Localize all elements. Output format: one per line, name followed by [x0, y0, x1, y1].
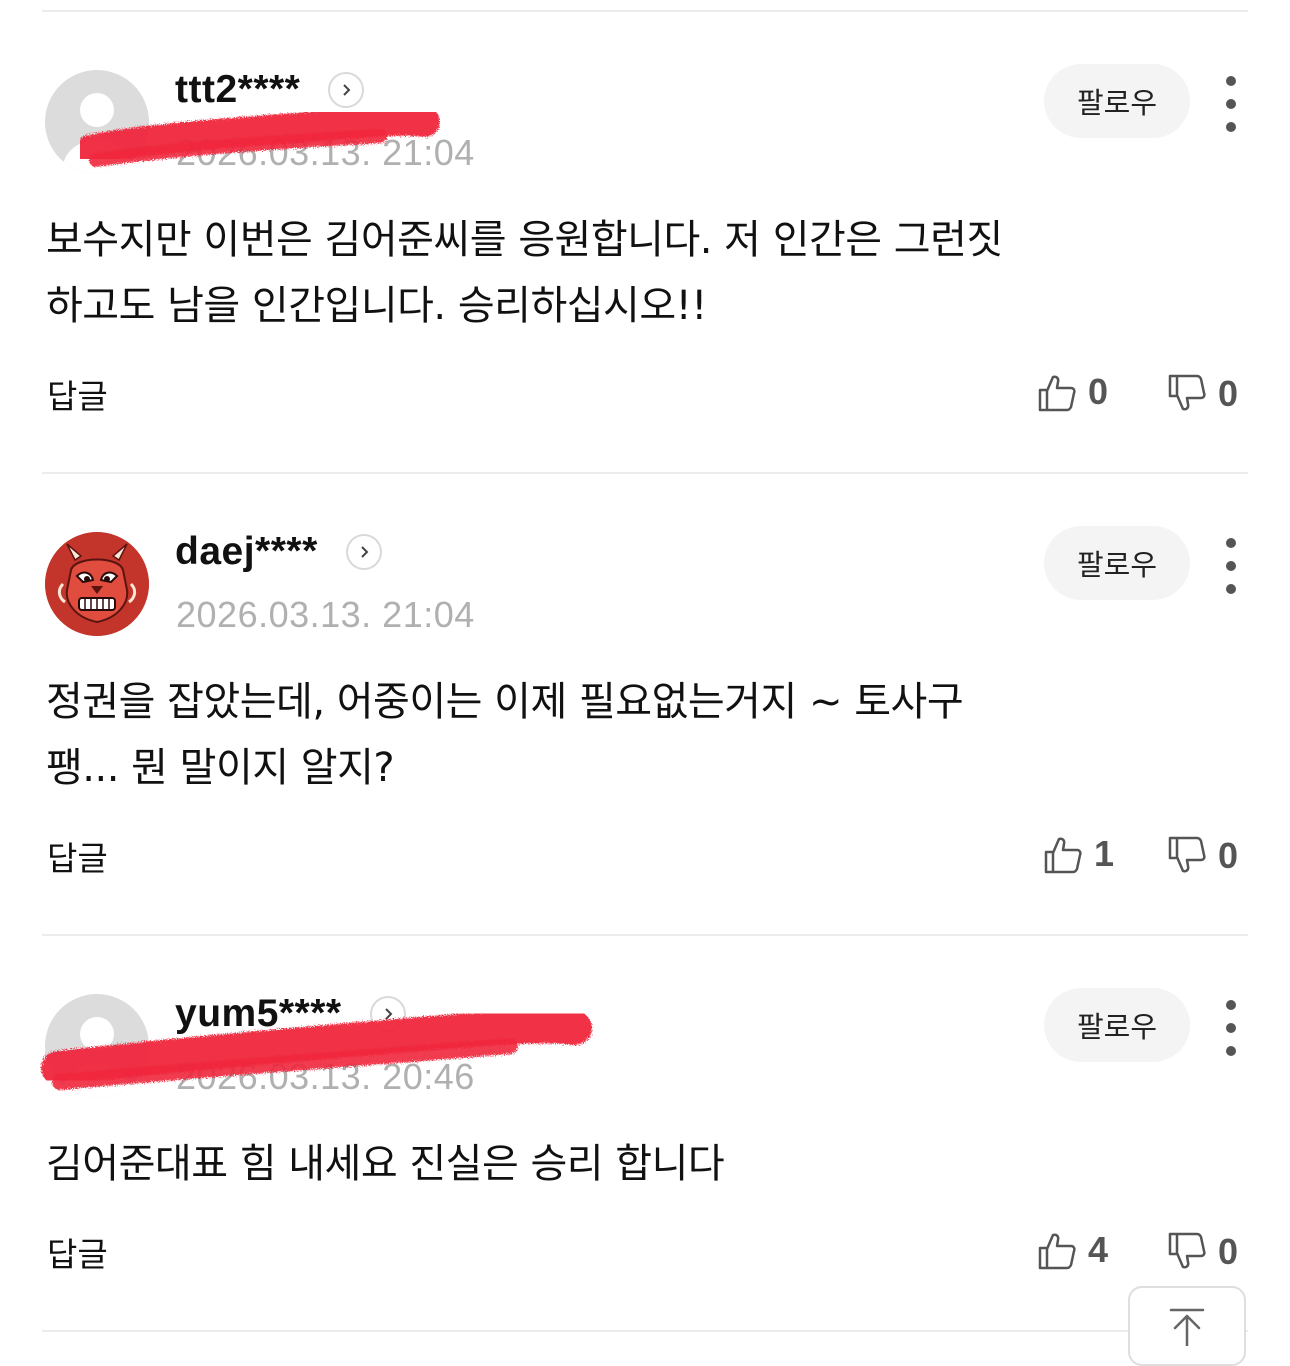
author-row: ttt2**** — [175, 68, 365, 112]
thumbs-up-icon — [1038, 1233, 1076, 1270]
username[interactable]: yum5**** — [175, 992, 342, 1036]
thumbs-down-icon — [1168, 836, 1206, 873]
like-count: 0 — [1088, 371, 1109, 412]
thumbs-up-icon — [1038, 375, 1076, 412]
avatar[interactable] — [45, 532, 149, 636]
author-row: daej**** — [175, 530, 382, 574]
dislike-count: 0 — [1218, 835, 1239, 876]
follow-button[interactable]: 팔로우 — [1044, 64, 1190, 138]
chevron-right-icon[interactable] — [328, 72, 365, 108]
follow-button[interactable]: 팔로우 — [1044, 988, 1190, 1062]
reply-button[interactable]: 답글 — [47, 370, 108, 418]
thumbs-down-icon — [1168, 1232, 1206, 1269]
dislike-count: 0 — [1218, 373, 1239, 414]
like-count: 4 — [1088, 1229, 1109, 1270]
comment-text: 정권을 잡았는데, 어중이는 이제 필요없는거지 ~ 토사구 팽... 뭔 말이… — [46, 669, 1236, 801]
reply-button[interactable]: 답글 — [47, 832, 108, 880]
comment-date: 2026.03.13. 21:04 — [176, 132, 475, 173]
comment-text: 김어준대표 힘 내세요 진실은 승리 합니다 — [46, 1131, 1236, 1197]
comment-date: 2026.03.13. 21:04 — [176, 594, 475, 635]
default-avatar-icon — [63, 1017, 131, 1098]
comment-divider — [42, 1330, 1248, 1332]
dislike-count: 0 — [1218, 1231, 1239, 1272]
chevron-right-icon[interactable] — [369, 996, 406, 1032]
thumbs-down-icon — [1168, 374, 1206, 411]
author-row: yum5**** — [175, 992, 406, 1036]
comment-text-line: 팽... 뭔 말이지 알지? — [46, 745, 395, 791]
avatar[interactable] — [45, 994, 149, 1098]
like-button[interactable]: 4 — [1036, 1226, 1108, 1274]
username[interactable]: ttt2**** — [175, 68, 300, 112]
more-vertical-icon[interactable] — [1216, 1000, 1246, 1056]
like-button[interactable]: 0 — [1036, 368, 1108, 416]
comment-date: 2026.03.13. 20:46 — [176, 1056, 475, 1097]
dislike-button[interactable]: 0 — [1166, 832, 1238, 880]
scroll-top-button[interactable] — [1128, 1286, 1246, 1366]
comment-text: 보수지만 이번은 김어준씨를 응원합니다. 저 인간은 그런짓 하고도 남을 인… — [46, 207, 1236, 339]
chevron-right-icon[interactable] — [345, 534, 382, 570]
username[interactable]: daej**** — [175, 530, 318, 574]
avatar[interactable] — [45, 70, 149, 174]
top-divider — [42, 10, 1248, 12]
like-count: 1 — [1094, 833, 1115, 874]
comment-divider — [42, 472, 1248, 474]
dislike-button[interactable]: 0 — [1166, 1228, 1238, 1276]
thumbs-up-icon — [1044, 837, 1082, 874]
more-vertical-icon[interactable] — [1216, 538, 1246, 594]
comment-text-line: 보수지만 이번은 김어준씨를 응원합니다. 저 인간은 그런짓 — [46, 217, 1003, 263]
arrow-up-to-top-icon — [1169, 1308, 1205, 1346]
dislike-button[interactable]: 0 — [1166, 370, 1238, 418]
like-button[interactable]: 1 — [1042, 830, 1114, 878]
default-avatar-icon — [63, 93, 131, 174]
comment-text-line: 하고도 남을 인간입니다. 승리하십시오!! — [46, 283, 707, 329]
comment-text-line: 정권을 잡았는데, 어중이는 이제 필요없는거지 ~ 토사구 — [46, 679, 964, 725]
follow-button[interactable]: 팔로우 — [1044, 526, 1190, 600]
comment-text-line: 김어준대표 힘 내세요 진실은 승리 합니다 — [46, 1141, 725, 1187]
more-vertical-icon[interactable] — [1216, 76, 1246, 132]
reply-button[interactable]: 답글 — [47, 1228, 108, 1276]
comment-divider — [42, 934, 1248, 936]
red-mask-avatar-icon — [45, 532, 149, 636]
